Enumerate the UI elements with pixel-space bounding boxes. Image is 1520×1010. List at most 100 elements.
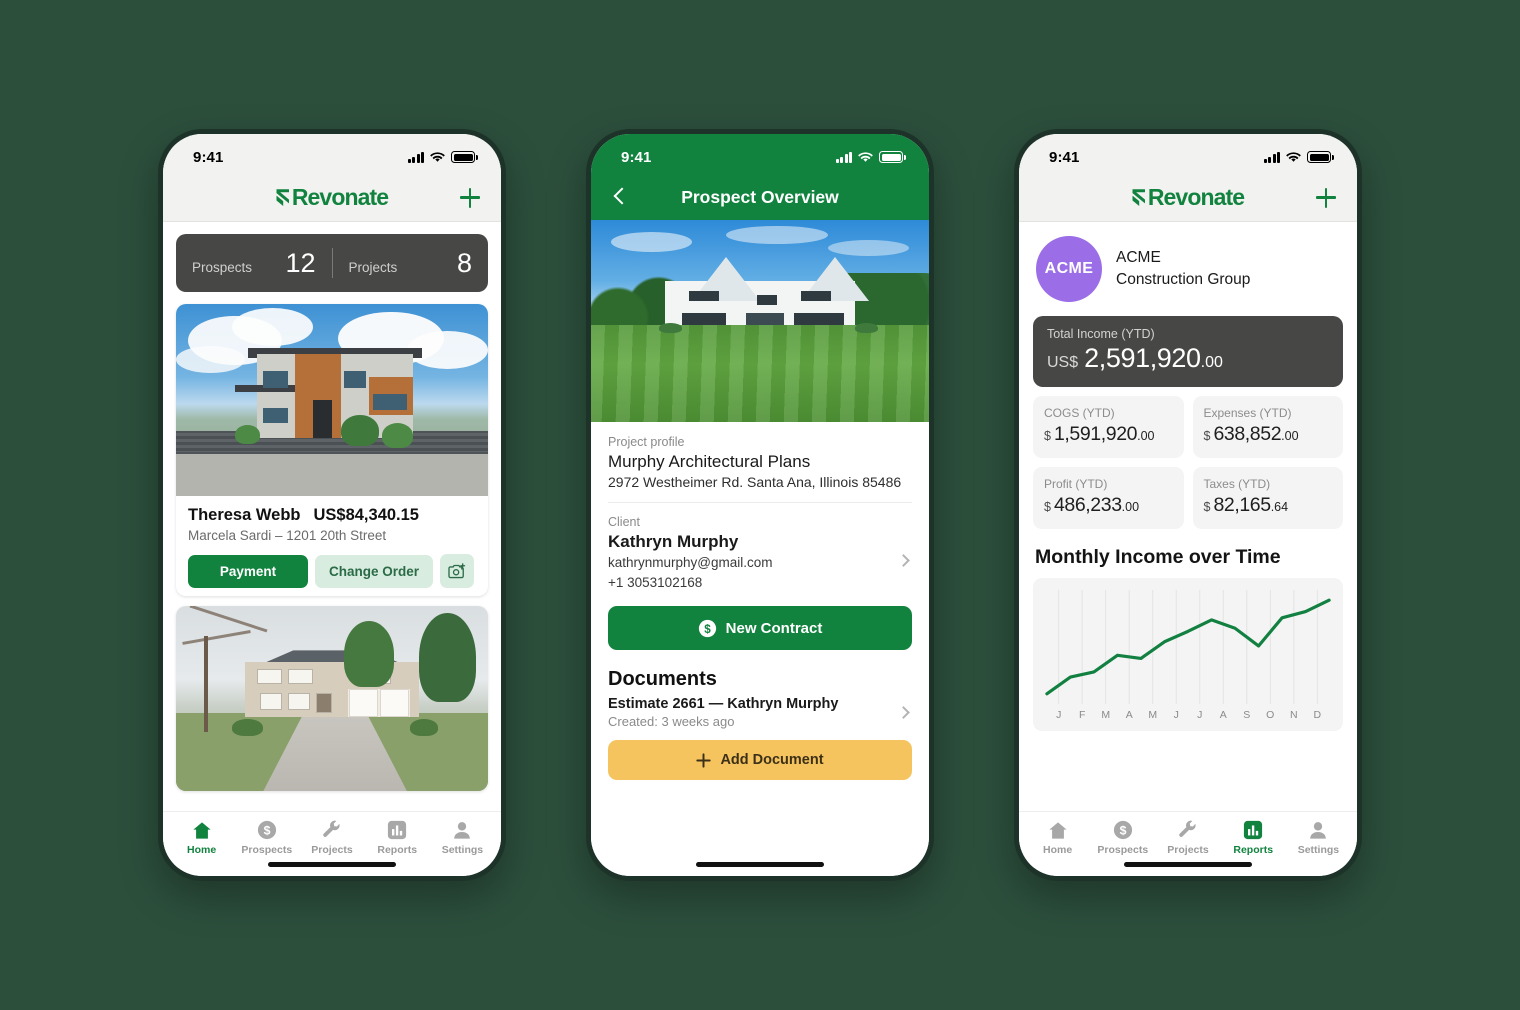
phone-1-screen: 9:41 Revonate Prospects 12 Projects 8 Th… [163,134,501,876]
dollar-circle-icon: $ [257,819,277,841]
status-time: 9:41 [193,148,224,166]
phone-3-reports: 9:41 Revonate ACME ACME Construction Gro… [1014,129,1362,881]
payment-button[interactable]: Payment [188,554,308,588]
add-document-button[interactable]: Add Document [608,740,912,781]
kpi-amount: 82,165 [1213,494,1271,516]
listing-card[interactable]: Theresa Webb US$84,340.15 Marcela Sardi … [176,304,488,596]
dollar-circle-icon: $ [698,619,716,638]
kpi-currency: $ [1044,429,1051,443]
sidebar-item-home[interactable]: Home [1025,819,1090,856]
client-section[interactable]: Client Kathryn Murphy kathrynmurphy@gmai… [591,515,929,592]
kpi-grid: COGS (YTD) $ 1,591,920 .00 Expenses (YTD… [1033,396,1343,529]
camera-add-button[interactable] [440,554,474,588]
home-indicator[interactable] [591,856,929,876]
phone-1-home: 9:41 Revonate Prospects 12 Projects 8 Th… [158,129,506,881]
monthly-income-chart[interactable]: JFMAMJJASOND [1033,578,1343,731]
chart-x-label: F [1079,709,1086,721]
kpi-label: COGS (YTD) [1044,406,1115,420]
chart-x-label: J [1197,709,1203,721]
revonate-r-mark-icon [276,189,289,206]
chart-x-label: J [1056,709,1062,721]
screenshot-stage: 9:41 Revonate Prospects 12 Projects 8 Th… [0,0,1520,1010]
avatar: ACME [1036,236,1102,302]
revonate-logo: Revonate [276,184,389,210]
app-header: Revonate [163,174,501,222]
nav-bar: Prospect Overview [591,174,929,220]
kpi-amount: 638,852 [1213,423,1282,445]
tab-label-settings: Settings [441,844,484,856]
change-order-button[interactable]: Change Order [315,554,433,588]
status-icons [1263,151,1334,163]
client-row[interactable]: Kathryn Murphy kathrynmurphy@gmail.com +… [608,529,912,592]
chevron-right-icon [897,554,910,568]
plus-icon[interactable] [1313,185,1339,211]
stats-summary-bar: Prospects 12 Projects 8 [176,234,488,292]
listing-card-secondary[interactable] [176,606,488,791]
wifi-icon [858,151,873,162]
home-indicator[interactable] [163,856,501,876]
listing-info: Theresa Webb US$84,340.15 Marcela Sardi … [176,496,488,596]
sidebar-item-settings[interactable]: Settings [430,819,495,856]
organization-row[interactable]: ACME ACME Construction Group [1033,222,1343,302]
status-icons [835,151,906,163]
home-indicator[interactable] [1019,856,1357,876]
documents-heading: Documents [608,668,717,691]
new-contract-button[interactable]: $ New Contract [608,606,912,651]
listing-header-row: Theresa Webb US$84,340.15 [188,506,476,525]
listing-amount: US$84,340.15 [313,506,419,524]
sidebar-item-prospects[interactable]: $ Prospects [1090,819,1155,856]
kpi-card-cogs[interactable]: COGS (YTD) $ 1,591,920 .00 [1033,396,1184,458]
battery-full-icon [1307,151,1334,163]
kpi-cents: .00 [1137,429,1155,443]
status-icons [407,151,478,163]
sidebar-item-projects[interactable]: Projects [1155,819,1220,856]
tab-label-home: Home [1043,844,1073,856]
chart-x-label: O [1266,709,1275,721]
revonate-wordmark: Revonate [1147,184,1245,210]
sidebar-item-reports[interactable]: Reports [365,819,430,856]
home-icon [1048,819,1068,841]
app-header: Revonate [1019,174,1357,222]
listing-subtitle: Marcela Sardi – 1201 20th Street [188,528,387,543]
status-bar: 9:41 [163,134,501,174]
phone-1-content: Prospects 12 Projects 8 Theresa Webb US$… [163,222,501,811]
total-income-label: Total Income (YTD) [1047,327,1155,341]
sidebar-item-settings[interactable]: Settings [1286,819,1351,856]
new-contract-label: New Contract [725,619,823,637]
person-icon [452,819,472,841]
project-title: Murphy Architectural Plans [608,452,811,471]
battery-full-icon [451,151,478,163]
revonate-wordmark: Revonate [291,184,389,210]
stat-prospects[interactable]: Prospects 12 [176,249,332,277]
kpi-card-profit[interactable]: Profit (YTD) $ 486,233 .00 [1033,467,1184,529]
list-item[interactable]: Estimate 2661 — Kathryn Murphy Created: … [608,696,912,729]
phone-3-screen: 9:41 Revonate ACME ACME Construction Gro… [1019,134,1357,876]
stat-projects[interactable]: Projects 8 [333,247,489,278]
plus-icon[interactable] [457,185,483,211]
listing-client-name: Theresa Webb [188,506,301,524]
chevron-left-icon[interactable] [611,188,629,206]
chart-x-label: J [1173,709,1179,721]
kpi-card-taxes[interactable]: Taxes (YTD) $ 82,165 .64 [1192,467,1343,529]
sidebar-item-reports[interactable]: Reports [1221,819,1286,856]
wifi-icon [430,151,445,162]
total-income-cents: .00 [1200,354,1223,371]
status-time: 9:41 [1049,148,1080,166]
sidebar-item-home[interactable]: Home [169,819,234,856]
organization-line1: ACME [1116,249,1161,267]
kpi-card-expenses[interactable]: Expenses (YTD) $ 638,852 .00 [1192,396,1343,458]
kpi-amount: 486,233 [1053,494,1122,516]
chart-x-label: A [1125,709,1133,721]
section-divider [608,502,912,503]
sidebar-item-projects[interactable]: Projects [299,819,364,856]
phone-2-prospect-overview: 9:41 Prospect Overview Project profile M… [586,129,934,881]
dollar-circle-icon: $ [1113,819,1133,841]
total-income-card[interactable]: Total Income (YTD) US$ 2,591,920 .00 [1033,316,1343,387]
cellular-bars-icon [835,151,852,163]
wrench-icon [322,819,342,841]
sidebar-item-prospects[interactable]: $ Prospects [234,819,299,856]
chart-x-axis-labels: JFMAMJJASOND [1041,706,1335,727]
status-time: 9:41 [621,148,652,166]
total-income-currency: US$ [1047,354,1079,371]
stat-projects-value: 8 [456,247,472,278]
